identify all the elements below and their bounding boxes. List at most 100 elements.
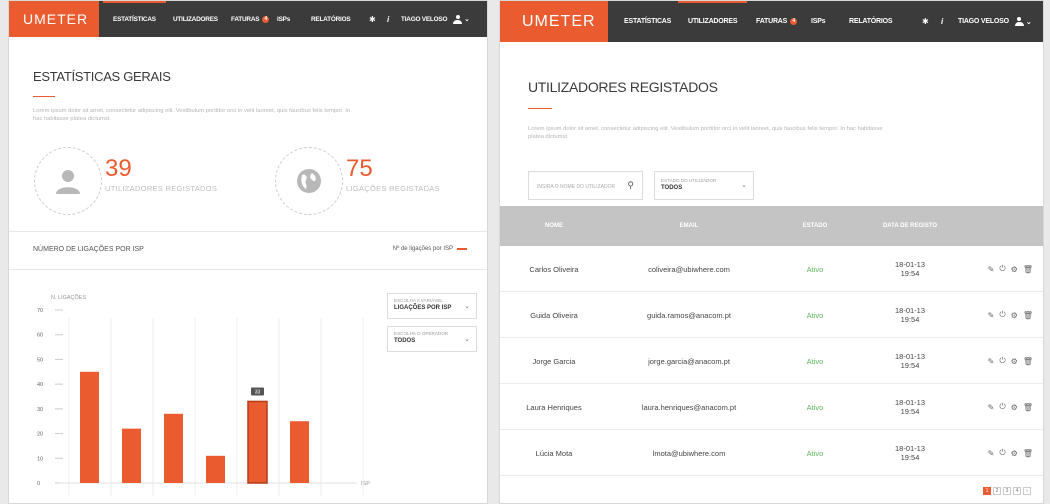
table-row[interactable]: Carlos Oliveira coliveira@ubiwhere.com Ati… — [500, 246, 1043, 292]
column-header-status[interactable]: ESTADO — [770, 206, 860, 246]
invoices-badge: 4 — [790, 18, 798, 25]
gear-icon[interactable]: ✱ — [922, 1, 929, 42]
user-name-cell: Guida Oliveira — [530, 310, 578, 320]
y-tick-label: 60 — [37, 333, 43, 339]
nav-users[interactable]: UTILIZADORES — [677, 1, 748, 42]
column-header-name[interactable]: NOME — [500, 206, 608, 246]
nav-invoices[interactable]: FATURAS 4 — [756, 1, 798, 42]
trash-icon[interactable]: 🗑 — [1023, 311, 1033, 320]
chevron-down-icon: ⌄ — [1025, 18, 1032, 26]
chevron-down-icon: ⌄ — [464, 16, 470, 23]
nav-reports[interactable]: RELATÓRIOS — [849, 1, 893, 42]
date-value: 18-01-13 — [894, 352, 926, 361]
nav-isps[interactable]: ISPs — [811, 1, 826, 42]
globe-icon — [297, 169, 321, 193]
user-date-cell: 18-01-13 19:54 — [860, 338, 960, 384]
edit-icon[interactable]: ✎ — [988, 403, 995, 412]
y-tick-label: 50 — [37, 357, 43, 363]
time-value: 19:54 — [900, 269, 920, 278]
column-header-email[interactable]: EMAIL — [624, 206, 754, 246]
page-button[interactable]: 2 — [993, 487, 1001, 495]
search-input[interactable]: INSIRA O NOME DO UTILIZADOR — [537, 184, 615, 190]
power-icon[interactable]: ⏻ — [999, 448, 1005, 458]
settings-icon[interactable]: ⚙ — [1011, 403, 1018, 412]
search-box[interactable]: INSIRA O NOME DO UTILIZADOR ⚲ — [528, 171, 643, 200]
bar — [247, 400, 268, 484]
edit-icon[interactable]: ✎ — [988, 449, 995, 458]
top-nav: UMETER ESTATÍSTICAS UTILIZADORES FATURAS… — [9, 1, 487, 37]
time-value: 19:54 — [900, 361, 920, 370]
y-tick-label: 10 — [37, 456, 43, 462]
time-value: 19:54 — [900, 315, 920, 324]
row-actions: ✎ ⏻ ⚙ 🗑 — [988, 246, 1033, 292]
power-icon[interactable]: ⏻ — [999, 264, 1005, 274]
search-icon[interactable]: ⚲ — [627, 180, 634, 191]
user-name-cell: Laura Henriques — [526, 402, 582, 412]
power-icon[interactable]: ⏻ — [999, 356, 1005, 366]
variable-select-value: LIGAÇÕES POR ISP — [394, 305, 452, 311]
page-button[interactable]: 3 — [1003, 487, 1011, 495]
user-status-cell: Ativo — [806, 356, 824, 366]
trash-icon[interactable]: 🗑 — [1023, 403, 1033, 412]
user-menu[interactable]: TIAGO VELOSO ⌄ — [401, 1, 470, 37]
user-date-cell: 18-01-13 19:54 — [860, 246, 960, 292]
table-row[interactable]: Lúcia Mota lmota@ubiwhere.com Ativo 18-01-1… — [500, 430, 1043, 476]
page-description: Lorem ipsum dolor sit amet, consectetur … — [528, 126, 883, 140]
variable-select[interactable]: ESCOLHA A VARIÁVEL LIGAÇÕES POR ISP ⌄ — [387, 293, 477, 319]
x-axis-label: ISP — [361, 481, 370, 487]
nav-statistics[interactable]: ESTATÍSTICAS — [624, 1, 671, 42]
operator-select-value: TODOS — [394, 338, 416, 344]
nav-users[interactable]: UTILIZADORES — [173, 1, 218, 37]
bar — [290, 421, 309, 483]
operator-select[interactable]: ESCOLHA O OPERADOR TODOS ⌄ — [387, 326, 477, 352]
info-icon[interactable]: i — [387, 1, 389, 37]
power-icon[interactable]: ⏻ — [999, 310, 1005, 320]
nav-reports[interactable]: RELATÓRIOS — [311, 1, 351, 37]
legend-line — [457, 248, 467, 250]
status-filter-select[interactable]: ESTADO DO UTILIZADOR TODOS ⌄ — [654, 171, 754, 200]
nav-statistics[interactable]: ESTATÍSTICAS — [103, 1, 166, 37]
trash-icon[interactable]: 🗑 — [1023, 357, 1033, 366]
table-row[interactable]: Jorge Garcia jorge.garcia@anacom.pt Ativo 1… — [500, 338, 1043, 384]
gear-icon[interactable]: ✱ — [369, 1, 376, 37]
edit-icon[interactable]: ✎ — [988, 357, 995, 366]
settings-icon[interactable]: ⚙ — [1011, 357, 1018, 366]
user-icon — [1014, 17, 1024, 26]
settings-icon[interactable]: ⚙ — [1011, 311, 1018, 320]
page-title: UTILIZADORES REGISTADOS — [528, 79, 718, 95]
page-button[interactable]: 1 — [983, 487, 991, 495]
user-menu[interactable]: TIAGO VELOSO ⌄ — [958, 1, 1032, 42]
chevron-down-icon: ⌄ — [741, 182, 747, 189]
trash-icon[interactable]: 🗑 — [1023, 265, 1033, 274]
column-header-date[interactable]: DATA DE REGISTO — [860, 206, 960, 246]
nav-invoices[interactable]: FATURAS 4 — [231, 1, 270, 37]
trash-icon[interactable]: 🗑 — [1023, 449, 1033, 458]
user-icon — [453, 14, 463, 24]
logo[interactable]: UMETER — [500, 1, 608, 42]
chevron-down-icon: ⌄ — [464, 303, 470, 310]
info-icon[interactable]: i — [941, 1, 943, 42]
time-value: 19:54 — [900, 453, 920, 462]
nav-isps[interactable]: ISPs — [277, 1, 290, 37]
page-button[interactable]: 4 — [1013, 487, 1021, 495]
user-email-cell: guida.ramos@anacom.pt — [647, 310, 731, 320]
edit-icon[interactable]: ✎ — [988, 311, 995, 320]
operator-select-caption: ESCOLHA O OPERADOR — [394, 331, 449, 336]
bar — [122, 428, 141, 483]
settings-icon[interactable]: ⚙ — [1011, 265, 1018, 274]
edit-icon[interactable]: ✎ — [988, 265, 995, 274]
user-name: TIAGO VELOSO — [401, 15, 448, 23]
power-icon[interactable]: ⏻ — [999, 402, 1005, 412]
nav-invoices-label: FATURAS — [756, 18, 788, 25]
next-page-button[interactable]: › — [1023, 487, 1031, 495]
bar — [80, 371, 99, 483]
user-email-cell: jorge.garcia@anacom.pt — [648, 356, 730, 366]
table-row[interactable]: Guida Oliveira guida.ramos@anacom.pt Ativo… — [500, 292, 1043, 338]
logo[interactable]: UMETER — [9, 1, 99, 37]
settings-icon[interactable]: ⚙ — [1011, 449, 1018, 458]
variable-select-caption: ESCOLHA A VARIÁVEL — [394, 298, 443, 303]
user-email-cell: laura.henriques@anacom.pt — [641, 402, 737, 412]
table-row[interactable]: Laura Henriques laura.henriques@anacom.pt… — [500, 384, 1043, 430]
date-value: 18-01-13 — [894, 260, 926, 269]
user-email-cell: lmota@ubiwhere.com — [652, 448, 726, 458]
